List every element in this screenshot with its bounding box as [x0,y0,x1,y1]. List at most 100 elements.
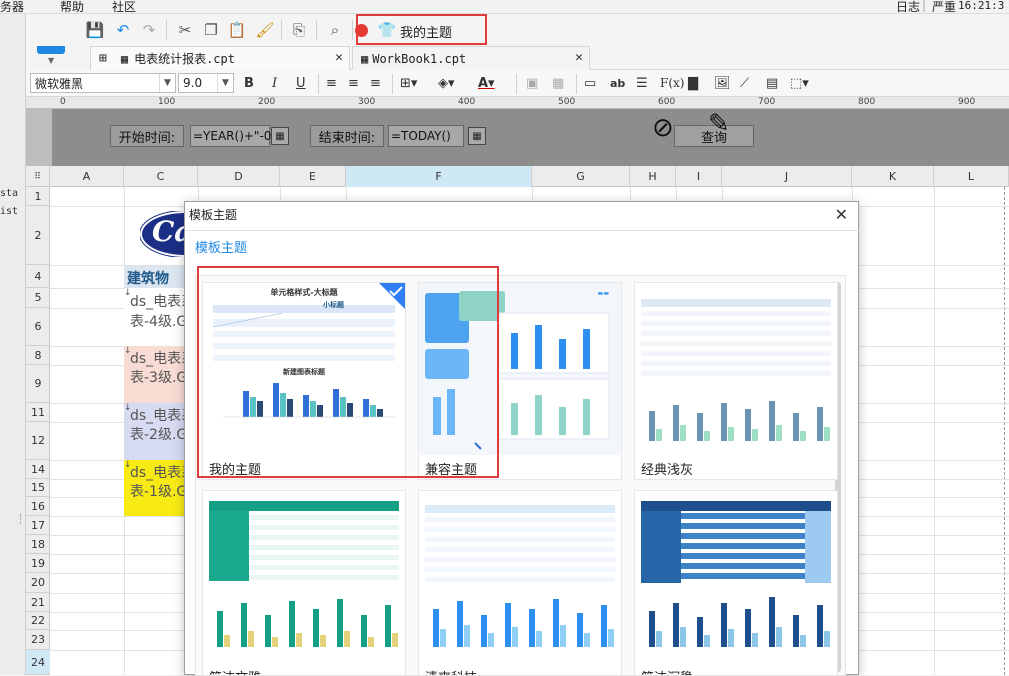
align-left-icon[interactable]: ≡ [326,74,337,92]
data-cell-level4[interactable]: ↓ ds_电表系 表-4级.G [124,288,184,346]
col-header[interactable]: D [198,166,280,187]
fill-color-icon[interactable]: ◈▾ [438,74,455,92]
selection-highlight-box [197,266,499,478]
slash-icon[interactable]: ⟋ [740,74,749,92]
menu-help[interactable]: 帮助 [60,0,84,15]
align-center-icon[interactable]: ≡ [348,74,359,92]
image-icon[interactable]: 🖼 [714,74,731,92]
col-header[interactable]: A [50,166,124,187]
tab-report[interactable]: ⊞ ▦ 电表统计报表.cpt ✕ [90,46,350,70]
header-cell[interactable]: 建筑物 [124,266,184,288]
tab-label: 电表统计报表.cpt [134,52,235,66]
row-num[interactable]: 17 [26,516,50,535]
border-icon[interactable]: ⊞▾ [400,74,417,92]
end-time-input[interactable]: =TODAY() [388,125,464,147]
theme-thumbnail [635,491,837,663]
row-num[interactable]: 11 [26,403,50,422]
undo-icon[interactable]: ↶ [112,19,134,41]
row-num[interactable]: 22 [26,612,50,630]
col-header[interactable]: L [934,166,1009,187]
col-header[interactable]: J [722,166,852,187]
format-painter-icon[interactable]: 🖌 [254,19,276,41]
data-cell-level3[interactable]: ↓ ds_电表系 表-3级.G [124,346,184,403]
start-time-input[interactable]: =YEAR()+"-0 [190,125,271,147]
cut-icon[interactable]: ✂ [174,19,196,41]
logo-dropdown-icon[interactable]: ▼ [48,56,54,65]
unmerge-icon[interactable]: ▦ [552,74,564,92]
row-num[interactable]: 21 [26,593,50,612]
barcode-icon[interactable]: ▤ [766,74,778,92]
left-text-2: ist [0,206,19,217]
theme-card-elegant[interactable]: 简洁文雅 [202,490,406,675]
row-num[interactable]: 14 [26,460,50,479]
row-num[interactable]: 19 [26,554,50,573]
row-num[interactable]: 18 [26,535,50,554]
font-color-icon[interactable]: A▾ [478,74,495,92]
col-header[interactable]: I [676,166,722,187]
underline-button[interactable]: U [296,74,306,92]
chevron-down-icon: ▼ [217,74,233,92]
ruler: 0 100 200 300 400 500 600 700 800 900 [26,97,1009,109]
theme-card-steady[interactable]: 简洁沉稳 [634,490,838,675]
close-icon[interactable]: ✕ [835,205,848,224]
bold-button[interactable]: B [244,74,254,92]
theme-card-classic-gray[interactable]: 经典浅灰 [634,282,838,480]
col-header[interactable]: E [280,166,346,187]
row-num[interactable]: 6 [26,308,50,346]
row-num[interactable]: 23 [26,630,50,650]
pencil-icon[interactable]: ✎ [708,109,730,139]
col-header[interactable]: H [630,166,676,187]
theme-card-fresh-tech[interactable]: 清爽科技 [418,490,622,675]
merge-icon[interactable]: ▣ [526,74,538,92]
close-tab-icon[interactable]: ✕ [575,50,583,65]
theme-thumbnail [419,491,621,663]
row-num[interactable]: 16 [26,497,50,516]
row-num[interactable]: 9 [26,365,50,403]
calendar-icon[interactable]: ▦ [468,127,486,145]
font-family-select[interactable]: 微软雅黑 ▼ [30,73,176,93]
col-header[interactable]: G [532,166,630,187]
chart-icon[interactable]: ▇ [688,74,698,92]
row-num[interactable]: 2 [26,206,50,265]
tab-workbook[interactable]: ▦ WorkBook1.cpt ✕ [352,46,590,70]
text-ab-icon[interactable]: ab [610,74,625,92]
paste-icon[interactable]: 📋 [226,19,248,41]
menu-server[interactable]: 务器 [0,0,24,15]
font-size-select[interactable]: 9.0 ▼ [178,73,234,93]
data-cell-level1[interactable]: ↓ ds_电表系 表-1级.G [124,460,184,516]
log-menu[interactable]: 日志 [896,0,920,15]
tab-bar: ⊞ ▦ 电表统计报表.cpt ✕ ▦ WorkBook1.cpt ✕ [90,46,1009,70]
col-header[interactable]: F [346,166,532,187]
start-time-label: 开始时间: [110,125,184,147]
clock: 16:21:3 [958,0,1005,12]
row-num[interactable]: 1 [26,187,50,206]
align-right-icon[interactable]: ≡ [370,74,381,92]
eye-slash-icon[interactable]: ⊘ [652,113,674,143]
sub-report-icon[interactable]: ⬚▾ [790,74,809,92]
row-num[interactable]: 8 [26,346,50,365]
row-num[interactable]: 15 [26,479,50,497]
calendar-icon[interactable]: ▦ [271,127,289,145]
search-template-icon[interactable]: ⌕ [324,19,346,41]
copy-icon[interactable]: ❐ [200,19,222,41]
save-icon[interactable]: 💾 [84,19,106,41]
text-field-icon[interactable]: ▭ [584,74,596,92]
menu-community[interactable]: 社区 [112,0,136,15]
row-num[interactable]: 20 [26,573,50,593]
row-num[interactable]: 24 [26,650,50,675]
formula-icon[interactable]: F(x) [660,74,684,92]
italic-button[interactable]: I [272,74,277,92]
data-cell-level2[interactable]: ↓ ds_电表系 表-2级.G [124,403,184,460]
redo-icon[interactable]: ↷ [138,19,160,41]
row-num[interactable]: 4 [26,265,50,288]
tab-label: WorkBook1.cpt [372,51,467,66]
parameter-panel: 开始时间: =YEAR()+"-0 ▦ 结束时间: =TODAY() ▦ 查询 … [26,109,1009,166]
col-header[interactable]: C [124,166,198,187]
close-tab-icon[interactable]: ✕ [335,50,343,65]
paragraph-icon[interactable]: ☰ [636,74,648,92]
select-all-icon[interactable]: ⠿ [26,166,50,187]
row-num[interactable]: 12 [26,422,50,460]
col-header[interactable]: K [852,166,934,187]
row-num[interactable]: 5 [26,288,50,308]
preview-icon[interactable]: ⎘ [288,19,310,41]
